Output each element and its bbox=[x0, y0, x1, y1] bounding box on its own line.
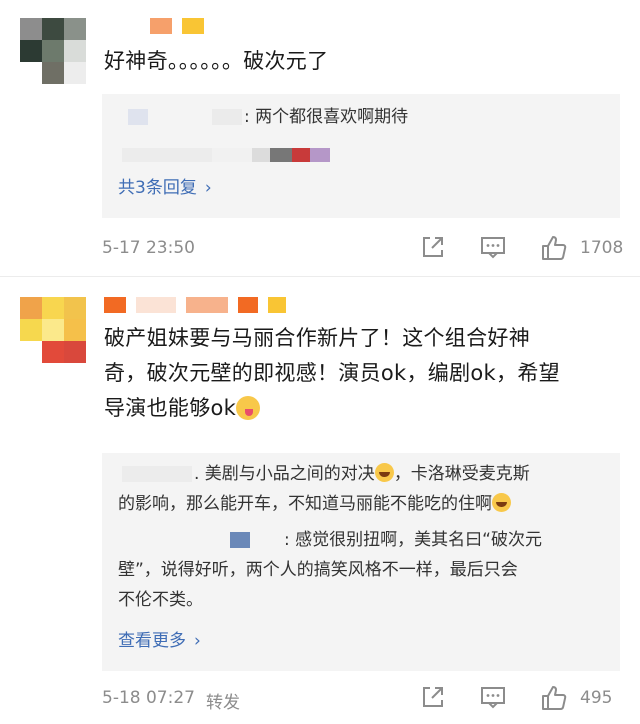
reply-text: ，卡洛琳受麦克斯 bbox=[393, 464, 530, 484]
reply-text: 的影响，那么能开车，不知道马丽能不能吃的住啊 bbox=[118, 494, 492, 514]
yum-emoji-icon bbox=[236, 396, 261, 420]
comment-icon[interactable] bbox=[480, 684, 506, 715]
hidden-reply-mosaic bbox=[122, 148, 330, 162]
reply-line: 壁”，说得好听，两个人的搞笑风格不一样，最后只会 bbox=[118, 560, 518, 580]
comment-time: 5-18 07:27 bbox=[102, 688, 195, 708]
comment-icon[interactable] bbox=[480, 234, 506, 265]
view-replies-link[interactable]: 共3条回复 › bbox=[118, 176, 212, 200]
reply-box[interactable]: : 两个都很喜欢啊期待 共3条回复 › bbox=[102, 94, 620, 218]
thumbs-up-icon[interactable] bbox=[540, 684, 568, 717]
like-count: 495 bbox=[580, 688, 613, 708]
reply-line: . 美剧与小品之间的对决 ，卡洛琳受麦克斯 bbox=[118, 459, 606, 489]
comment-time: 5-17 23:50 bbox=[102, 238, 195, 258]
thumbs-up-icon[interactable] bbox=[540, 234, 568, 267]
like-count: 1708 bbox=[580, 238, 624, 258]
share-icon[interactable] bbox=[420, 234, 446, 265]
reply-username-mosaic bbox=[128, 109, 148, 125]
comment-text-line: 奇，破次元壁的即视感！演员ok，编剧ok，希望 bbox=[104, 361, 560, 385]
reply-item[interactable]: : 感觉很别扭啊，美其名曰“破次元 壁”，说得好听，两个人的搞笑风格不一样，最后… bbox=[118, 525, 606, 615]
forward-button[interactable]: 转发 bbox=[206, 688, 240, 713]
reply-line: 的影响，那么能开车，不知道马丽能不能吃的住啊 bbox=[118, 489, 606, 519]
comment-item: 好神奇。。。。。。破次元了 : 两个都很喜欢啊期待 共3条回复 › 5-17 23… bbox=[0, 0, 640, 275]
username-mosaic[interactable] bbox=[104, 297, 286, 319]
reply-line: : 感觉很别扭啊，美其名曰“破次元 bbox=[118, 525, 606, 555]
comment-footer: 5-17 23:50 1708 bbox=[102, 234, 624, 267]
avatar[interactable] bbox=[20, 18, 86, 84]
reply-username-mosaic bbox=[122, 466, 192, 482]
reply-text: : 两个都很喜欢啊期待 bbox=[244, 107, 409, 127]
laugh-emoji-icon bbox=[374, 463, 394, 482]
reply-text: : 感觉很别扭啊，美其名曰“破次元 bbox=[284, 530, 542, 550]
avatar[interactable] bbox=[20, 297, 86, 363]
laugh-emoji-icon bbox=[492, 493, 511, 512]
view-more-link[interactable]: 查看更多 › bbox=[118, 629, 201, 653]
reply-box[interactable]: . 美剧与小品之间的对决 ，卡洛琳受麦克斯 的影响，那么能开车，不知道马丽能不能吃… bbox=[102, 453, 620, 671]
reply-text: . 美剧与小品之间的对决 bbox=[194, 464, 375, 484]
comment-text: 好神奇。。。。。。破次元了 bbox=[104, 49, 329, 73]
comment-text-line: 导演也能够ok bbox=[104, 391, 618, 426]
chevron-right-icon: › bbox=[204, 178, 212, 198]
comment-text: 破产姐妹要与马丽合作新片了！这个组合好神 奇，破次元壁的即视感！演员ok，编剧o… bbox=[104, 321, 618, 426]
username-mosaic[interactable] bbox=[104, 18, 204, 40]
reply-item[interactable]: . 美剧与小品之间的对决 ，卡洛琳受麦克斯 的影响，那么能开车，不知道马丽能不能吃… bbox=[118, 459, 606, 519]
comment-text-fragment: 导演也能够ok bbox=[104, 396, 237, 420]
reply-username-mosaic bbox=[118, 532, 228, 548]
chevron-right-icon: › bbox=[194, 631, 201, 651]
reply-line: 不伦不类。 bbox=[118, 590, 203, 610]
comment-text-line: 破产姐妹要与马丽合作新片了！这个组合好神 bbox=[104, 326, 530, 350]
view-replies-label: 共3条回复 bbox=[118, 178, 197, 198]
share-icon[interactable] bbox=[420, 684, 446, 715]
view-more-label: 查看更多 bbox=[118, 631, 186, 651]
comment-footer: 5-18 07:27 转发 495 bbox=[102, 684, 622, 714]
reply-preview[interactable]: : 两个都很喜欢啊期待 bbox=[118, 102, 606, 132]
comment-item: 破产姐妹要与马丽合作新片了！这个组合好神 奇，破次元壁的即视感！演员ok，编剧o… bbox=[0, 277, 640, 724]
